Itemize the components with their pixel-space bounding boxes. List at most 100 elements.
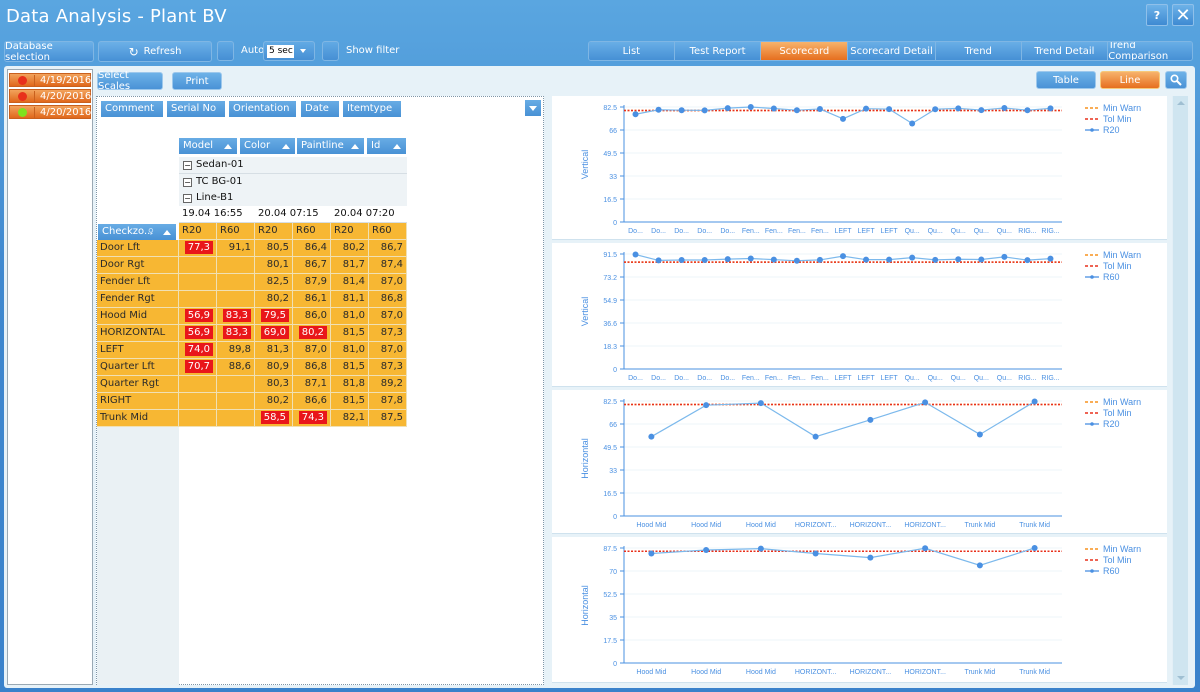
data-cell[interactable]: 83,3	[217, 325, 255, 342]
data-cell[interactable]	[217, 393, 255, 410]
filter-icon[interactable]: ⚲	[148, 224, 154, 240]
tab-trend-comparison[interactable]: Trend Comparison	[1108, 42, 1192, 60]
row-header[interactable]: Door Rgt	[97, 257, 179, 274]
column-field-id[interactable]: Id	[367, 138, 406, 154]
measure-header[interactable]: R20	[255, 223, 293, 240]
data-cell[interactable]: 81,4	[331, 274, 369, 291]
data-cell[interactable]: 86,6	[293, 393, 331, 410]
data-cell[interactable]: 86,8	[293, 359, 331, 376]
data-cell[interactable]	[179, 393, 217, 410]
tab-list[interactable]: List	[589, 42, 675, 60]
data-cell[interactable]: 86,7	[293, 257, 331, 274]
filter-field-orientation[interactable]: Orientation	[229, 101, 296, 117]
tab-scorecard[interactable]: Scorecard	[761, 42, 849, 60]
data-cell[interactable]: 56,9	[179, 325, 217, 342]
data-cell[interactable]: 87,1	[293, 376, 331, 393]
data-cell[interactable]: 80,9	[255, 359, 293, 376]
data-cell[interactable]: 81,7	[331, 257, 369, 274]
data-cell[interactable]: 80,2	[331, 240, 369, 257]
data-cell[interactable]	[217, 257, 255, 274]
data-cell[interactable]: 74,3	[293, 410, 331, 427]
data-cell[interactable]: 81,5	[331, 393, 369, 410]
measure-header[interactable]: R60	[369, 223, 407, 240]
measure-header[interactable]: R60	[293, 223, 331, 240]
data-cell[interactable]: 56,9	[179, 308, 217, 325]
select-scales-button[interactable]: Select Scales	[97, 70, 163, 92]
collapse-icon[interactable]: −	[183, 161, 192, 170]
data-cell[interactable]: 89,2	[369, 376, 407, 393]
show-filter-checkbox[interactable]	[322, 41, 339, 61]
data-cell[interactable]: 77,3	[179, 240, 217, 257]
data-cell[interactable]: 80,1	[255, 257, 293, 274]
data-cell[interactable]: 89,8	[217, 342, 255, 359]
tab-scorecard-detail[interactable]: Scorecard Detail	[848, 42, 936, 60]
database-selection-button[interactable]: Database selection	[4, 41, 94, 63]
data-cell[interactable]: 80,2	[255, 291, 293, 308]
data-cell[interactable]: 86,0	[293, 308, 331, 325]
column-field-model[interactable]: Model	[179, 138, 237, 154]
row-header[interactable]: Hood Mid	[97, 308, 179, 325]
measure-header[interactable]: R20	[179, 223, 217, 240]
data-cell[interactable]: 81,5	[331, 325, 369, 342]
row-header[interactable]: Door Lft	[97, 240, 179, 257]
data-cell[interactable]: 87,9	[293, 274, 331, 291]
filter-field-comment[interactable]: Comment	[101, 101, 163, 117]
data-cell[interactable]: 87,0	[369, 274, 407, 291]
print-button[interactable]: Print	[172, 72, 222, 90]
data-cell[interactable]: 87,0	[369, 308, 407, 325]
column-field-paintline[interactable]: Paintline	[297, 138, 364, 154]
row-field-checkzone[interactable]: Checkzo... ⚲	[98, 224, 176, 240]
data-cell[interactable]	[179, 274, 217, 291]
data-cell[interactable]: 74,0	[179, 342, 217, 359]
filter-field-serial-no[interactable]: Serial No	[167, 101, 225, 117]
table-view-button[interactable]: Table	[1036, 71, 1096, 89]
data-cell[interactable]: 87,5	[369, 410, 407, 427]
data-cell[interactable]: 83,3	[217, 308, 255, 325]
collapse-icon[interactable]: −	[183, 178, 192, 187]
filter-field-date[interactable]: Date	[301, 101, 339, 117]
auto-interval-select[interactable]: 5 sec	[263, 41, 315, 61]
data-cell[interactable]: 86,1	[293, 291, 331, 308]
row-header[interactable]: Trunk Mid	[97, 410, 179, 427]
data-cell[interactable]: 80,3	[255, 376, 293, 393]
data-cell[interactable]	[217, 376, 255, 393]
data-cell[interactable]: 82,5	[255, 274, 293, 291]
data-cell[interactable]: 81,0	[331, 308, 369, 325]
line-view-button[interactable]: Line	[1100, 71, 1160, 89]
filter-field-itemtype[interactable]: Itemtype	[343, 101, 401, 117]
date-item[interactable]: 4/20/2016	[9, 89, 91, 103]
measure-header[interactable]: R20	[331, 223, 369, 240]
date-item[interactable]: 4/20/2016	[9, 105, 91, 119]
data-cell[interactable]: 91,1	[217, 240, 255, 257]
data-cell[interactable]: 80,2	[255, 393, 293, 410]
data-cell[interactable]: 70,7	[179, 359, 217, 376]
data-cell[interactable]: 86,7	[369, 240, 407, 257]
help-button[interactable]: ?	[1146, 4, 1168, 26]
data-cell[interactable]: 87,3	[369, 325, 407, 342]
data-cell[interactable]: 81,8	[331, 376, 369, 393]
data-cell[interactable]: 58,5	[255, 410, 293, 427]
charts-scrollbar[interactable]	[1172, 96, 1188, 685]
column-field-color[interactable]: Color	[240, 138, 295, 154]
row-header[interactable]: Fender Rgt	[97, 291, 179, 308]
row-header[interactable]: RIGHT	[97, 393, 179, 410]
data-cell[interactable]: 82,1	[331, 410, 369, 427]
data-cell[interactable]: 81,1	[331, 291, 369, 308]
data-cell[interactable]	[217, 291, 255, 308]
data-cell[interactable]: 86,8	[369, 291, 407, 308]
tab-test-report[interactable]: Test Report	[674, 42, 762, 60]
scroll-up-icon[interactable]	[1176, 98, 1186, 108]
data-cell[interactable]	[179, 257, 217, 274]
tab-trend[interactable]: Trend	[935, 42, 1022, 60]
measure-header[interactable]: R60	[217, 223, 255, 240]
date-item[interactable]: 4/19/2016	[9, 73, 91, 87]
search-button[interactable]	[1165, 71, 1187, 89]
refresh-button[interactable]: ↻ Refresh	[98, 41, 212, 62]
group-header-color[interactable]: − TC BG-01	[179, 174, 407, 191]
auto-checkbox[interactable]	[217, 41, 234, 61]
data-cell[interactable]: 88,6	[217, 359, 255, 376]
data-cell[interactable]: 80,5	[255, 240, 293, 257]
collapse-icon[interactable]: −	[183, 194, 192, 203]
data-cell[interactable]: 81,0	[331, 342, 369, 359]
row-header[interactable]: Quarter Lft	[97, 359, 179, 376]
